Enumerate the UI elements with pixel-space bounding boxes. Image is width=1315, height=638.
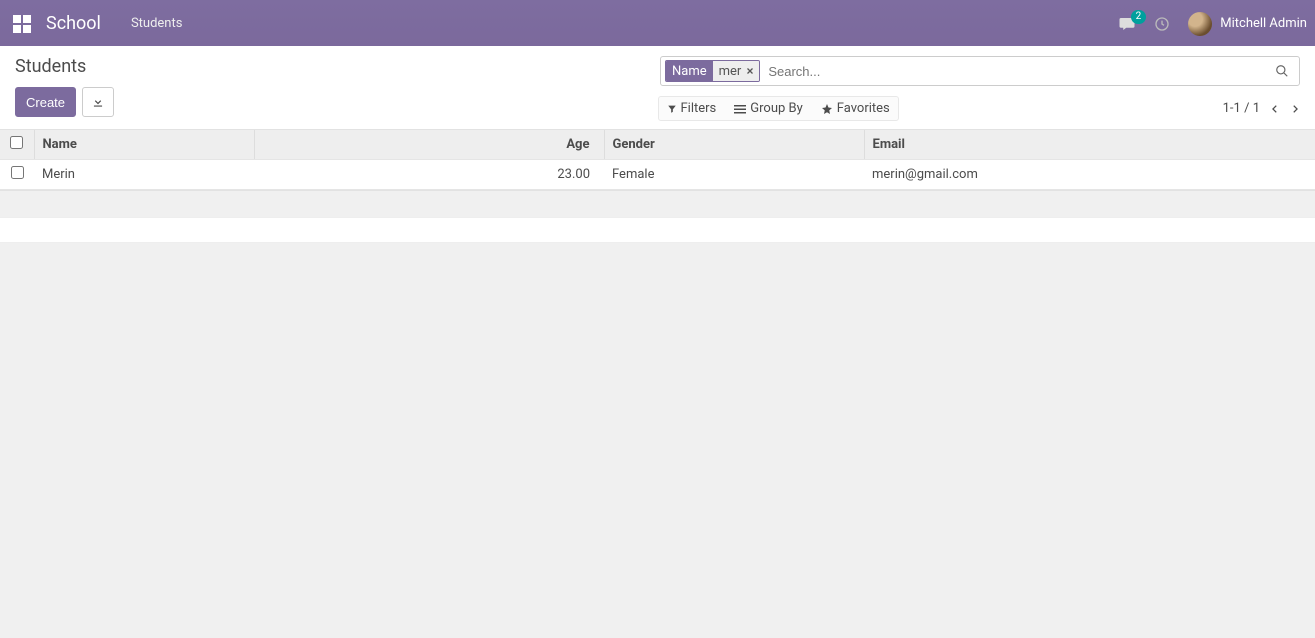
students-table: Name Age Gender Email Merin23.00Femaleme… (0, 130, 1315, 190)
export-button[interactable] (82, 87, 114, 117)
chevron-left-icon (1270, 102, 1280, 116)
messaging-icon[interactable]: 2 (1118, 16, 1136, 32)
search-facet-label: Name (666, 61, 713, 81)
groupby-dropdown[interactable]: Group By (734, 101, 803, 116)
select-all-checkbox[interactable] (10, 136, 23, 149)
download-icon (91, 95, 105, 109)
search-view[interactable]: Name mer (660, 56, 1300, 86)
filter-icon (667, 104, 677, 114)
list-icon (734, 104, 746, 114)
control-panel: Students Create Name mer (0, 46, 1315, 130)
filters-label: Filters (681, 101, 717, 116)
apps-icon[interactable] (12, 14, 32, 34)
table-row[interactable]: Merin23.00Femalemerin@gmail.com (0, 160, 1315, 190)
search-options: Filters Group By Favorites (658, 96, 899, 121)
cell-name: Merin (34, 160, 254, 190)
user-menu[interactable]: Mitchell Admin (1188, 12, 1307, 36)
search-input[interactable] (764, 57, 1269, 85)
blank-strip (0, 217, 1315, 243)
column-header-gender[interactable]: Gender (604, 130, 864, 160)
app-brand[interactable]: School (46, 13, 101, 34)
column-header-age[interactable]: Age (254, 130, 604, 160)
pager-next[interactable] (1290, 102, 1300, 116)
search-icon[interactable] (1269, 64, 1295, 78)
favorites-label: Favorites (837, 101, 890, 116)
user-name: Mitchell Admin (1220, 16, 1307, 31)
filters-dropdown[interactable]: Filters (667, 101, 717, 116)
column-header-name[interactable]: Name (34, 130, 254, 160)
breadcrumb: Students (15, 56, 658, 77)
cell-gender: Female (604, 160, 864, 190)
list-view: Name Age Gender Email Merin23.00Femaleme… (0, 130, 1315, 191)
pager-total: 1 (1253, 101, 1260, 116)
column-header-email[interactable]: Email (864, 130, 1315, 160)
pager-separator: / (1244, 101, 1249, 116)
pager: 1-1 / 1 (1223, 101, 1300, 116)
messaging-badge: 2 (1131, 10, 1147, 24)
row-checkbox[interactable] (11, 166, 24, 179)
star-icon (821, 103, 833, 115)
search-facet-value: mer (719, 64, 742, 79)
cell-email: merin@gmail.com (864, 160, 1315, 190)
activities-icon[interactable] (1154, 16, 1170, 32)
chevron-right-icon (1290, 102, 1300, 116)
navbar: School Students 2 Mitchell Admin (0, 0, 1315, 46)
facet-remove-icon[interactable] (745, 66, 755, 76)
nav-menu-students[interactable]: Students (131, 16, 183, 31)
pager-range[interactable]: 1-1 (1223, 101, 1241, 116)
search-facet: Name mer (665, 60, 760, 82)
cell-age: 23.00 (254, 160, 604, 190)
pager-prev[interactable] (1270, 102, 1280, 116)
avatar (1188, 12, 1212, 36)
groupby-label: Group By (750, 101, 803, 116)
create-button[interactable]: Create (15, 87, 76, 117)
favorites-dropdown[interactable]: Favorites (821, 101, 890, 116)
